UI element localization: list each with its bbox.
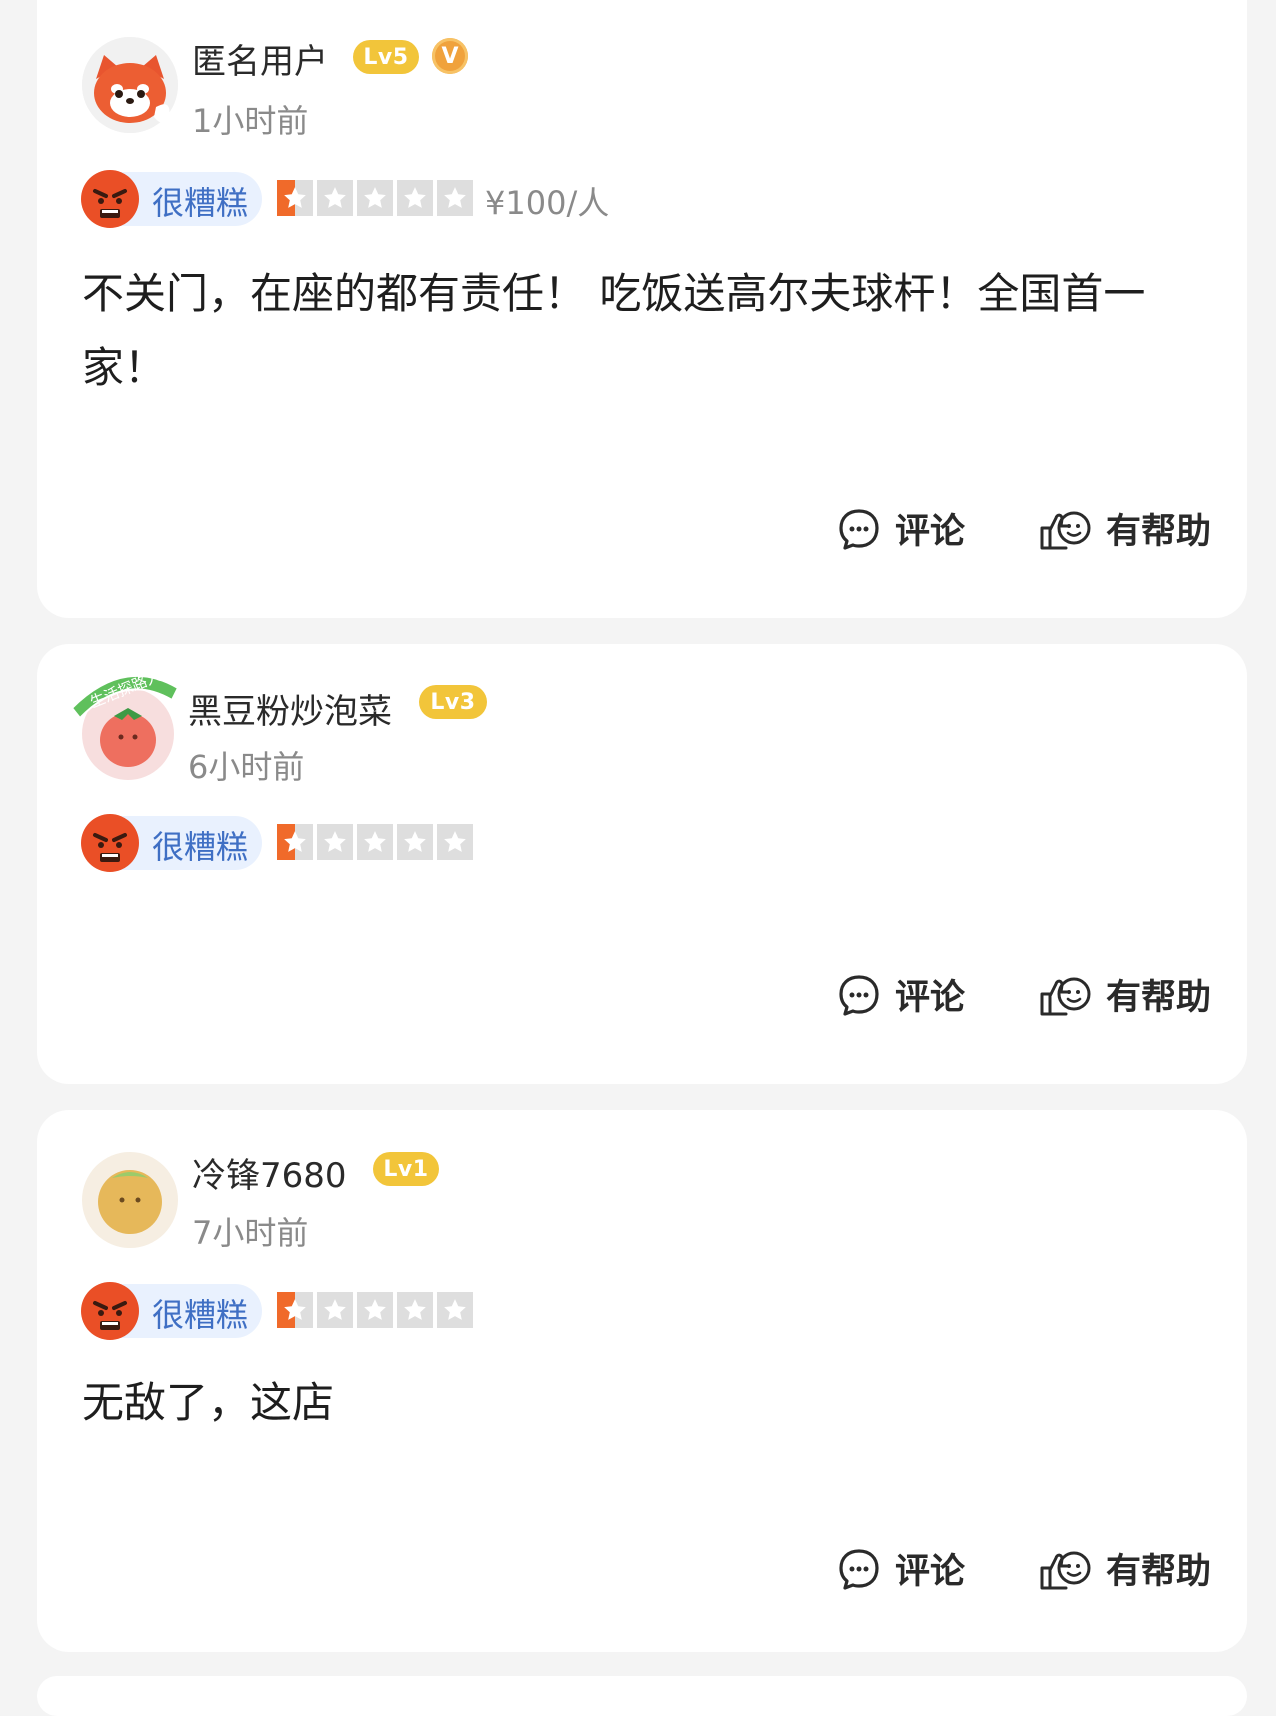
rating-pill: 很糟糕 <box>81 170 262 228</box>
angry-face-icon <box>81 814 139 872</box>
timestamp: 1小时前 <box>192 102 309 140</box>
rating-label: 很糟糕 <box>152 1296 249 1334</box>
comment-button[interactable]: 评论 <box>837 503 965 554</box>
rating-label: 很糟糕 <box>152 184 249 222</box>
angry-face-icon <box>81 170 139 228</box>
helpful-label: 有帮助 <box>1106 512 1212 552</box>
level-badge: Lv1 <box>373 1152 439 1186</box>
star-icon <box>437 180 473 216</box>
price-per-person: ¥100/人 <box>485 184 610 222</box>
star-icon <box>437 824 473 860</box>
explorer-tag-badge: 生活探路人 <box>70 667 180 720</box>
review-card: 冷锋7680 Lv1 7小时前 很糟糕 无敌了，这店 评论 有帮助 <box>37 1110 1247 1652</box>
next-review-card <box>37 1676 1247 1716</box>
star-rating <box>277 180 473 218</box>
comment-icon <box>839 974 879 1016</box>
thumbs-up-icon <box>1040 977 1091 1015</box>
level-badge: Lv5 <box>353 40 419 74</box>
timestamp: 6小时前 <box>188 748 305 786</box>
rating-pill: 很糟糕 <box>81 814 262 872</box>
helpful-button[interactable]: 有帮助 <box>1038 503 1211 554</box>
helpful-button[interactable]: 有帮助 <box>1038 1543 1211 1594</box>
star-icon <box>317 1292 353 1328</box>
comment-button[interactable]: 评论 <box>837 1543 965 1594</box>
comment-label: 评论 <box>895 1552 966 1592</box>
comment-icon <box>839 508 879 550</box>
comment-label: 评论 <box>895 978 966 1018</box>
star-icon-half <box>277 180 313 216</box>
star-icon <box>317 180 353 216</box>
rating-label: 很糟糕 <box>152 828 249 866</box>
star-icon <box>397 1292 433 1328</box>
star-icon-half <box>277 1292 313 1328</box>
star-icon <box>397 180 433 216</box>
review-card: 生活探路人 黑豆粉炒泡菜 Lv3 6小时前 很糟糕 评论 有帮助 <box>37 644 1247 1084</box>
star-icon <box>357 180 393 216</box>
rating-pill: 很糟糕 <box>81 1282 262 1340</box>
thumbs-up-icon <box>1040 1551 1091 1589</box>
star-icon <box>397 824 433 860</box>
comment-button[interactable]: 评论 <box>837 969 965 1020</box>
helpful-label: 有帮助 <box>1106 1552 1212 1592</box>
review-card: 匿名用户 Lv5 V 1小时前 很糟糕 ¥100/人 不关门，在座的都有责任！ … <box>37 0 1247 618</box>
review-text[interactable]: 无敌了，这店 <box>82 1366 1182 1440</box>
star-rating <box>277 1292 473 1330</box>
tomato-avatar[interactable]: 生活探路人 <box>70 667 180 782</box>
timestamp: 7小时前 <box>192 1214 309 1252</box>
verified-badge: V <box>432 38 468 74</box>
comment-label: 评论 <box>895 512 966 552</box>
level-badge: Lv3 <box>419 685 487 719</box>
star-icon <box>317 824 353 860</box>
star-icon <box>357 1292 393 1328</box>
comment-icon <box>839 1548 879 1590</box>
red-panda-avatar[interactable] <box>82 37 178 133</box>
username[interactable]: 冷锋7680 <box>192 1148 347 1197</box>
helpful-button[interactable]: 有帮助 <box>1038 969 1211 1020</box>
melon-avatar[interactable] <box>82 1152 178 1248</box>
star-icon <box>437 1292 473 1328</box>
star-rating <box>277 824 473 862</box>
username[interactable]: 匿名用户 <box>192 34 328 83</box>
star-icon-half <box>277 824 313 860</box>
angry-face-icon <box>81 1282 139 1340</box>
star-icon <box>357 824 393 860</box>
helpful-label: 有帮助 <box>1106 978 1212 1018</box>
review-text[interactable]: 不关门，在座的都有责任！ 吃饭送高尔夫球杆！全国首一家！ <box>82 257 1182 405</box>
thumbs-up-icon <box>1040 511 1091 549</box>
username[interactable]: 黑豆粉炒泡菜 <box>188 684 392 733</box>
